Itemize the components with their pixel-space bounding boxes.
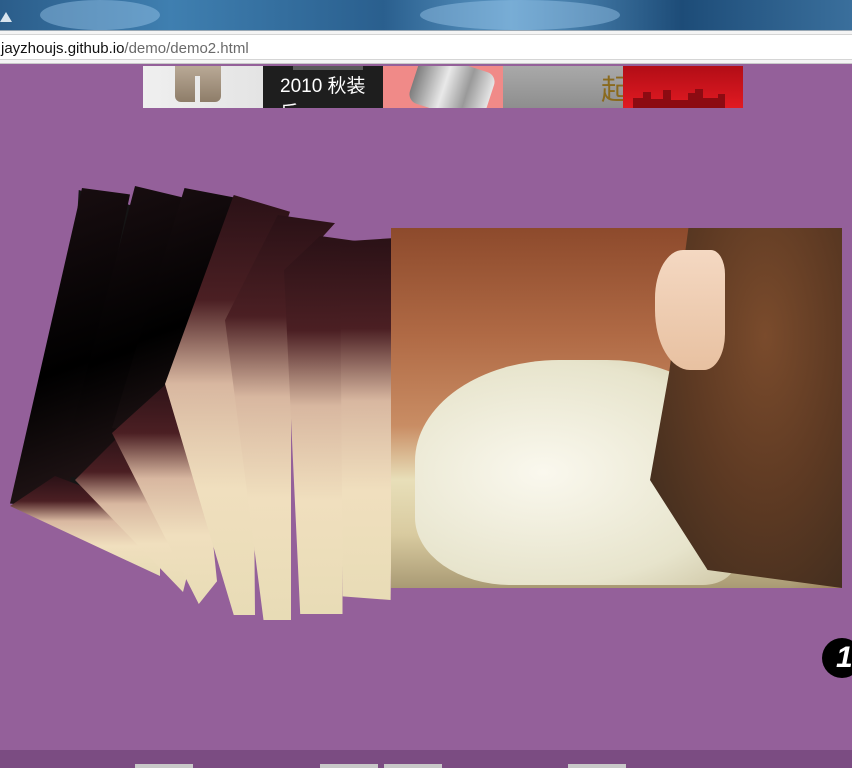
thumbnail-tumbler[interactable] xyxy=(383,66,503,108)
bottom-tab[interactable] xyxy=(135,764,193,768)
bottom-tab[interactable] xyxy=(568,764,626,768)
titlebar-decoration xyxy=(420,0,620,30)
url-host: jayzhoujs.github.io xyxy=(1,40,125,57)
skyline-image xyxy=(633,89,725,108)
window-menu-icon[interactable] xyxy=(0,12,12,22)
address-bar[interactable]: jayzhoujs.github.io/demo/demo2.html xyxy=(0,34,852,60)
window-titlebar xyxy=(0,0,852,30)
thumbnail-caption: 2010 秋装反 xyxy=(280,76,366,108)
bottom-tab[interactable] xyxy=(320,764,378,768)
thumbnail-gray-fabric[interactable]: 起 xyxy=(503,66,623,108)
tumbler-image xyxy=(406,66,498,108)
thumbnail-strip: 2010 秋装反 起 xyxy=(143,66,743,108)
bottom-bar xyxy=(0,750,852,768)
url-path: /demo/demo2.html xyxy=(124,40,249,57)
shorts-image xyxy=(175,66,221,102)
banner-top-text xyxy=(293,66,363,70)
titlebar-decoration xyxy=(40,0,160,30)
url-text[interactable]: jayzhoujs.github.io/demo/demo2.html xyxy=(1,40,249,57)
bottom-tab[interactable] xyxy=(384,764,442,768)
carousel-slice-7[interactable] xyxy=(340,238,395,600)
carousel-main-image[interactable] xyxy=(391,228,842,588)
thumbnail-glyph: 起 xyxy=(601,73,623,106)
thumbnail-autumn-sale[interactable]: 2010 秋装反 xyxy=(263,66,383,108)
browser-toolbar: jayzhoujs.github.io/demo/demo2.html xyxy=(0,30,852,64)
thumbnail-red-city[interactable] xyxy=(623,66,743,108)
image-carousel xyxy=(0,0,852,768)
thumbnail-shorts[interactable] xyxy=(143,66,263,108)
page-number-badge[interactable]: 1 xyxy=(822,638,852,678)
main-image-background xyxy=(391,228,842,588)
